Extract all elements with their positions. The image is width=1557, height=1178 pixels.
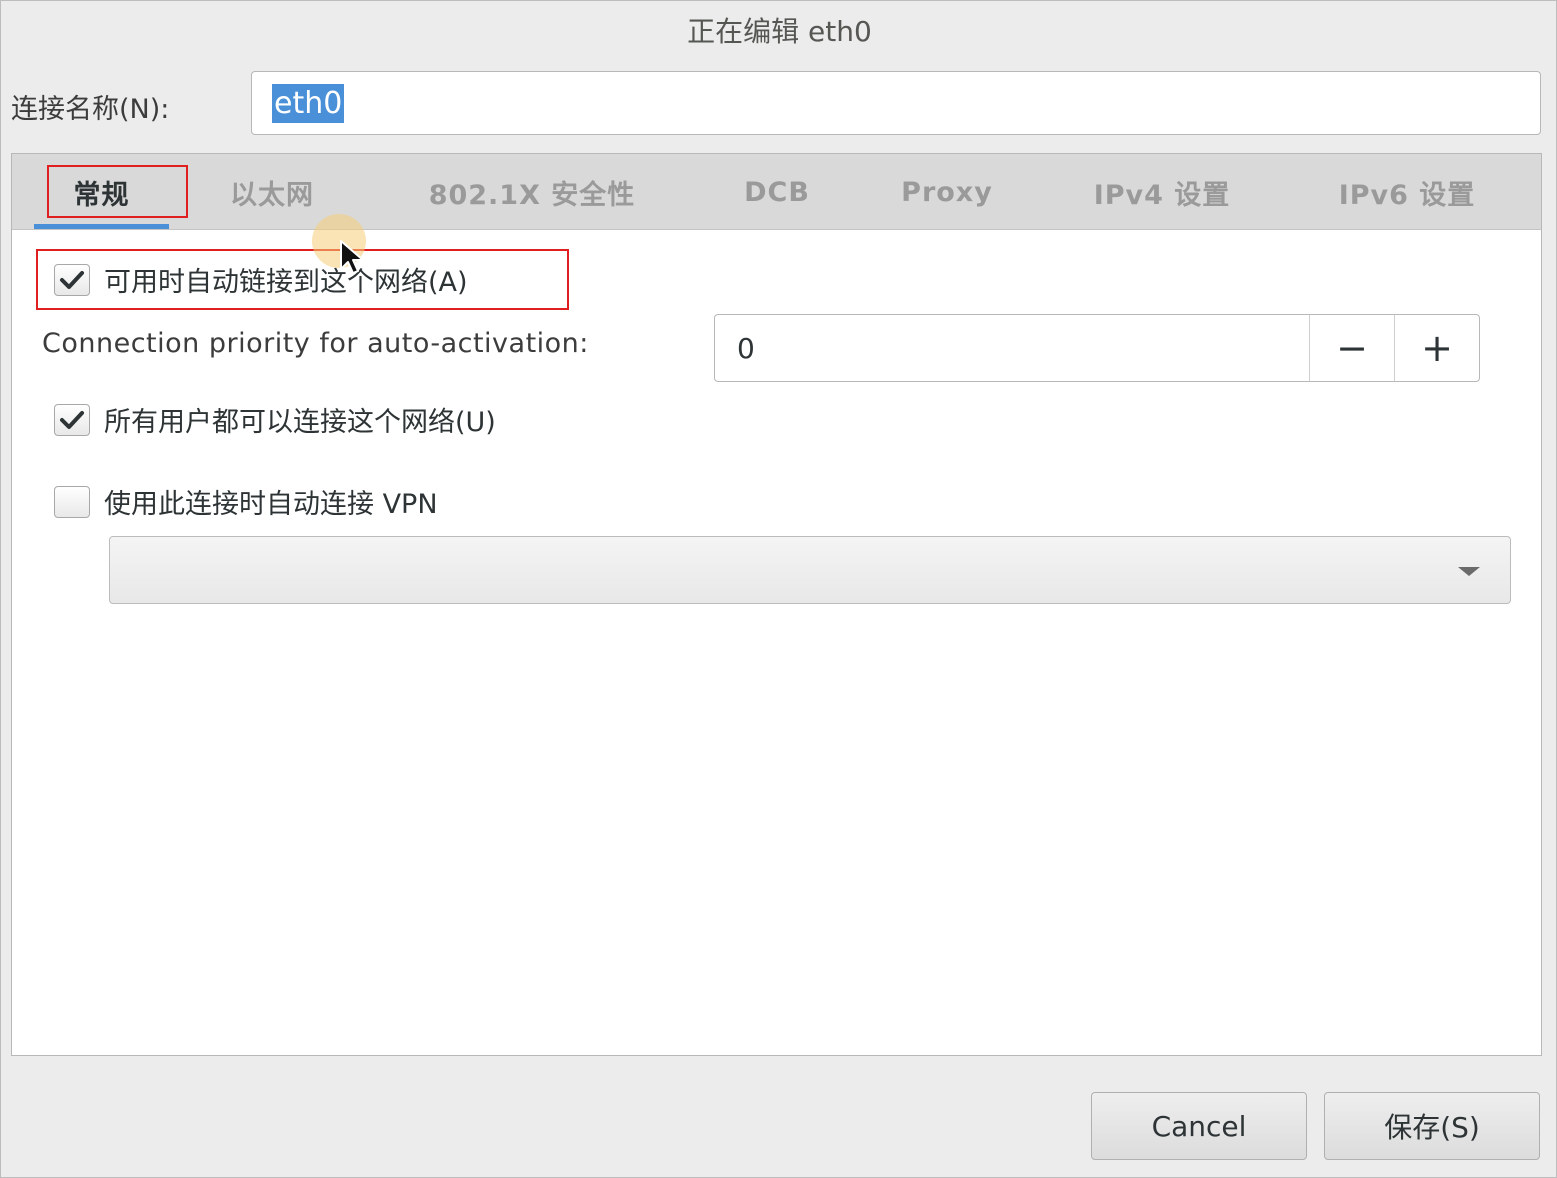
auto-vpn-row[interactable]: 使用此连接时自动连接 VPN — [54, 482, 438, 521]
auto-connect-row[interactable]: 可用时自动链接到这个网络(A) — [54, 260, 468, 299]
tab-ethernet[interactable]: 以太网 — [202, 154, 342, 230]
settings-notebook: 常规 以太网 802.1X 安全性 DCB Proxy IPv4 设置 IPv6… — [11, 153, 1542, 1056]
tab-8021x-security[interactable]: 802.1X 安全性 — [392, 154, 672, 230]
window-title: 正在编辑 eth0 — [687, 15, 872, 48]
cancel-button[interactable]: Cancel — [1091, 1092, 1307, 1160]
dropdown-arrow-icon — [1458, 567, 1480, 576]
auto-connect-label: 可用时自动链接到这个网络(A) — [104, 267, 468, 298]
checkmark-icon — [60, 270, 84, 289]
tab-dcb[interactable]: DCB — [712, 154, 842, 230]
connection-name-input[interactable]: eth0 — [251, 71, 1541, 135]
connection-name-label: 连接名称(N): — [11, 94, 170, 125]
all-users-checkbox[interactable] — [54, 403, 90, 436]
save-button[interactable]: 保存(S) — [1324, 1092, 1540, 1160]
priority-spinbutton[interactable]: 0 − + — [714, 314, 1480, 382]
all-users-row[interactable]: 所有用户都可以连接这个网络(U) — [54, 400, 496, 439]
tab-ipv6-settings[interactable]: IPv6 设置 — [1307, 154, 1507, 230]
priority-label: Connection priority for auto-activation: — [42, 328, 589, 359]
active-tab-indicator — [34, 224, 169, 229]
connection-name-value: eth0 — [272, 83, 345, 123]
priority-value[interactable]: 0 — [715, 315, 1309, 381]
auto-vpn-checkbox[interactable] — [54, 485, 90, 518]
priority-decrement-button[interactable]: − — [1309, 315, 1394, 381]
auto-vpn-label: 使用此连接时自动连接 VPN — [104, 489, 438, 520]
mouse-pointer-icon — [340, 240, 364, 274]
tab-proxy[interactable]: Proxy — [872, 154, 1022, 230]
connection-name-row: 连接名称(N): eth0 — [1, 69, 1557, 139]
checkmark-icon — [60, 410, 84, 429]
edit-connection-dialog: 正在编辑 eth0 连接名称(N): eth0 常规 以太网 802.1X 安全… — [0, 0, 1557, 1178]
auto-connect-checkbox[interactable] — [54, 263, 90, 296]
all-users-label: 所有用户都可以连接这个网络(U) — [104, 407, 496, 438]
vpn-select[interactable] — [109, 536, 1511, 604]
tab-ipv4-settings[interactable]: IPv4 设置 — [1062, 154, 1262, 230]
tab-bar: 常规 以太网 802.1X 安全性 DCB Proxy IPv4 设置 IPv6… — [12, 154, 1541, 230]
priority-increment-button[interactable]: + — [1394, 315, 1479, 381]
tab-general[interactable]: 常规 — [34, 154, 169, 230]
